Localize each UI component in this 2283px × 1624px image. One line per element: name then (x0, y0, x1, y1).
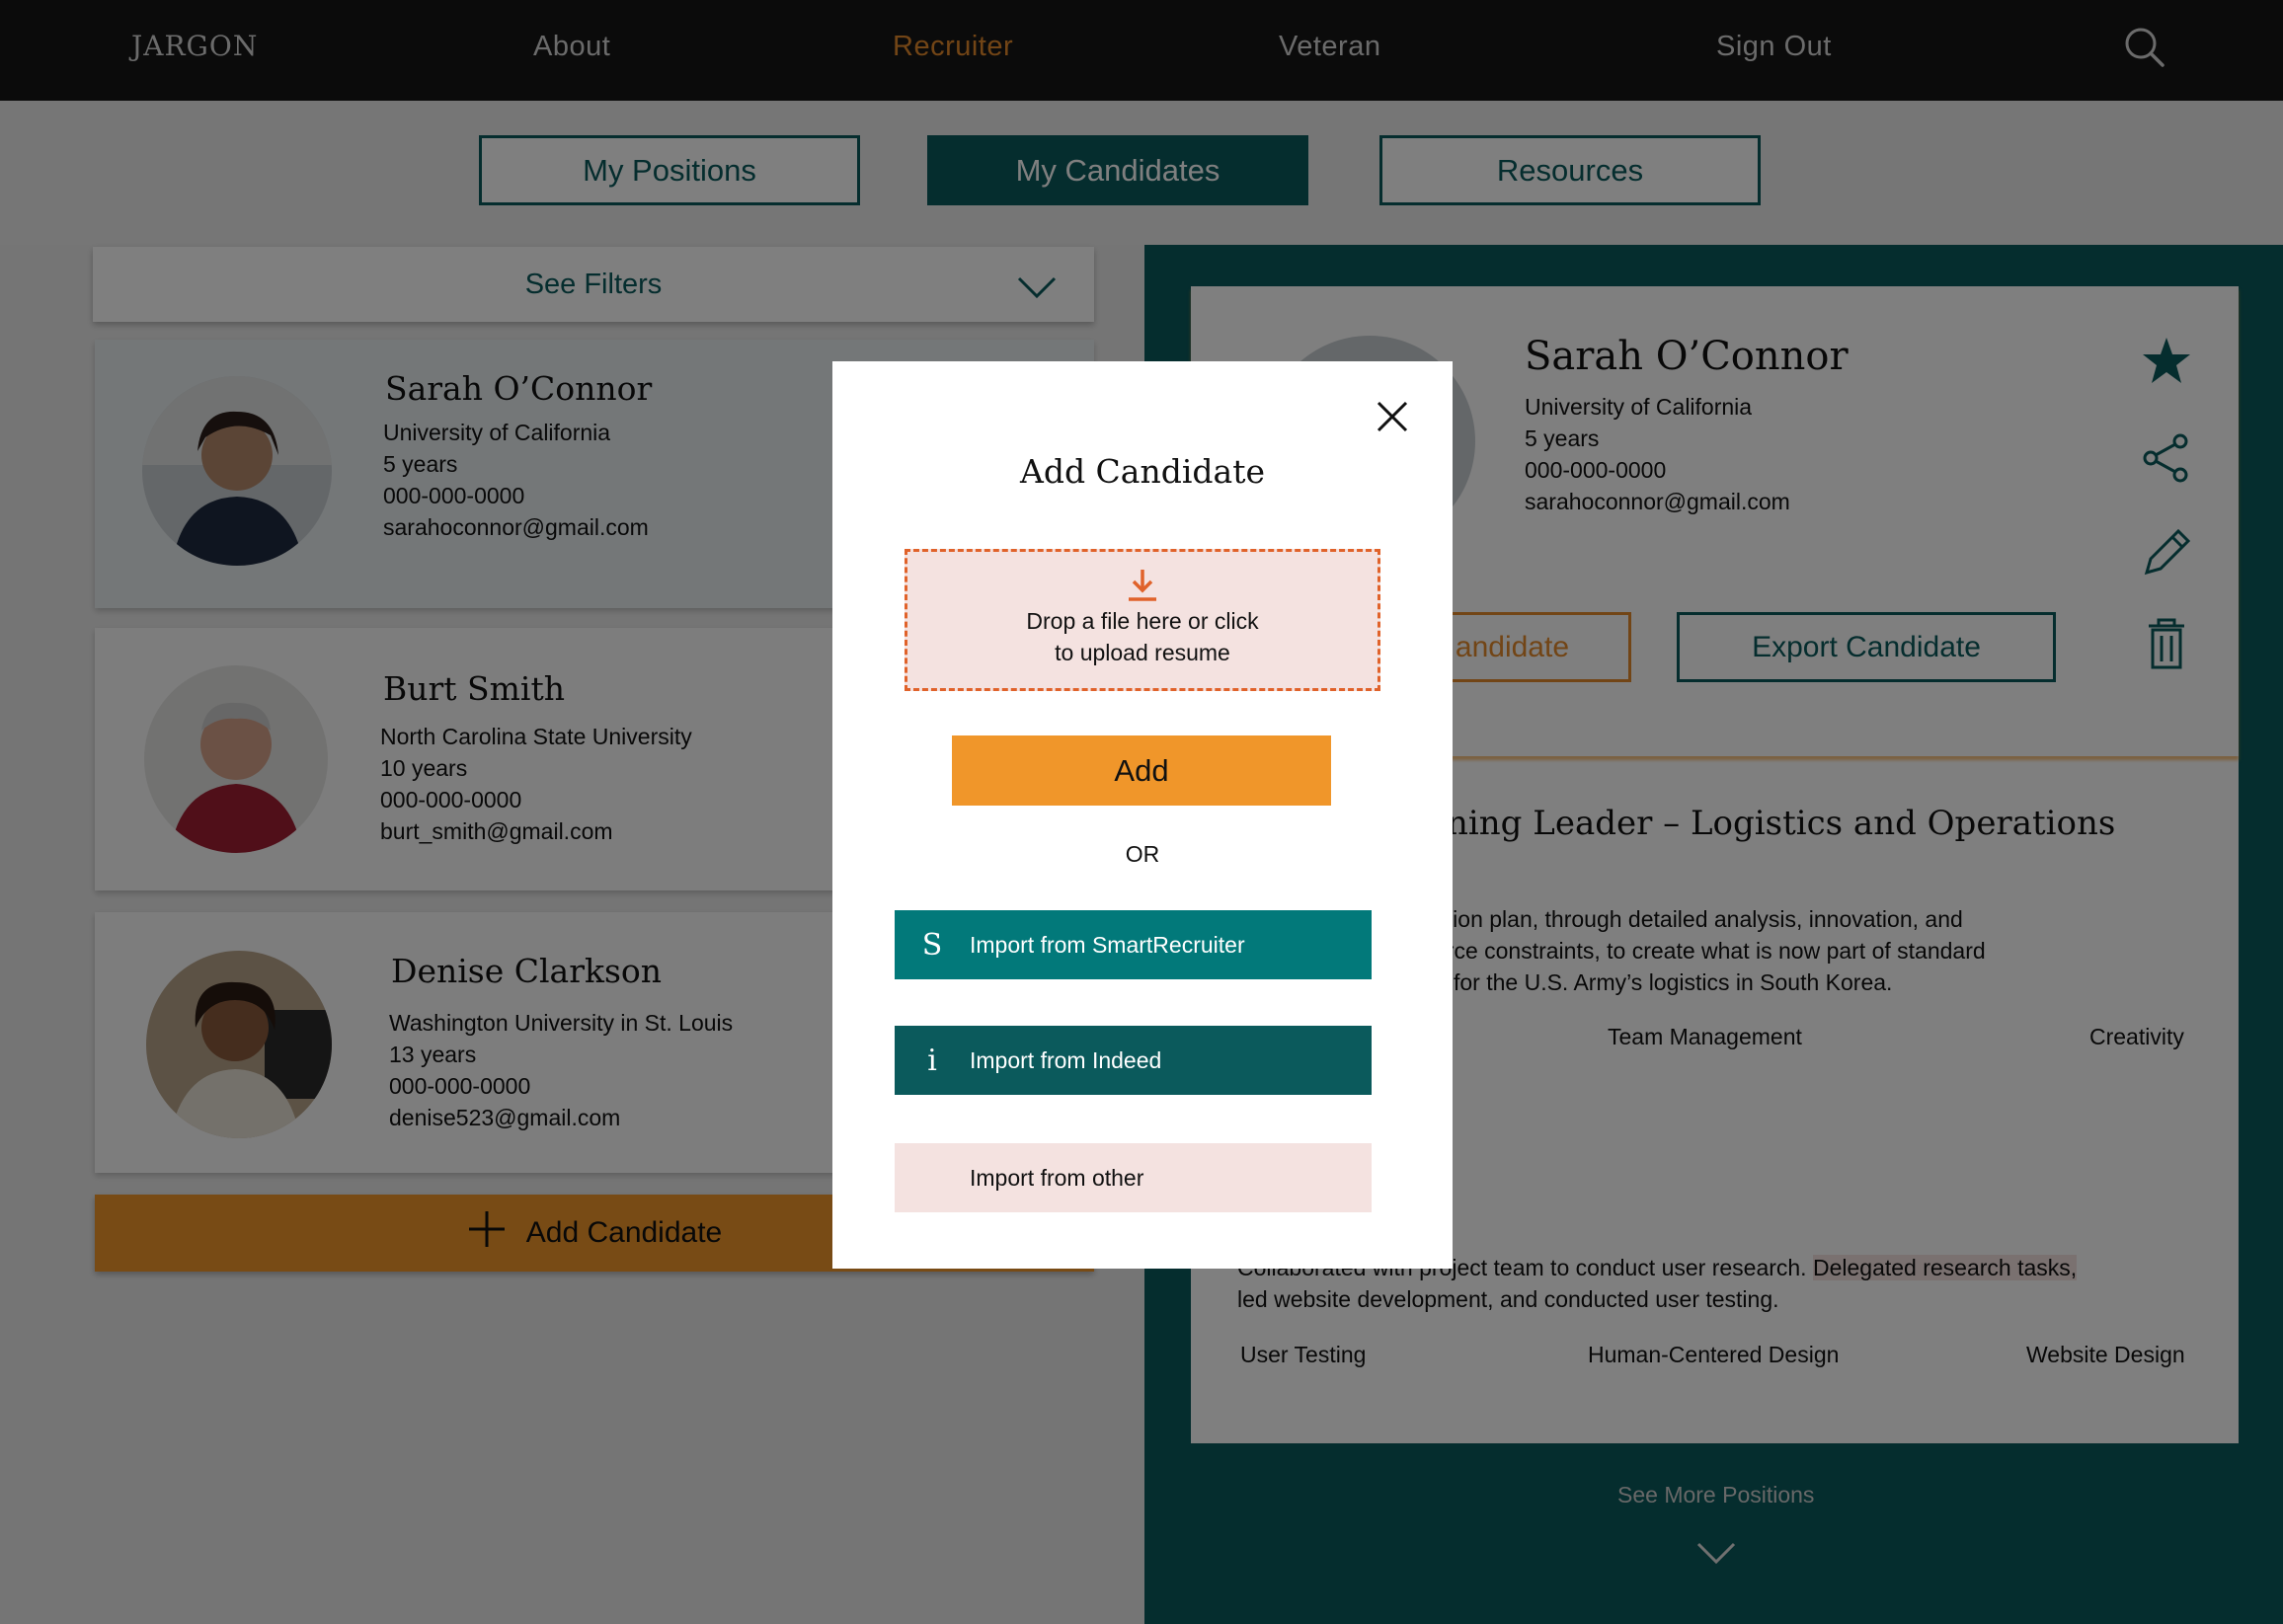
close-icon[interactable] (1375, 399, 1410, 434)
add-button[interactable]: Add (952, 735, 1331, 806)
indeed-icon: i (927, 1043, 937, 1078)
add-candidate-modal (832, 361, 1453, 1269)
import-indeed-button[interactable]: i Import from Indeed (895, 1026, 1372, 1095)
resume-dropzone[interactable]: Drop a file here or click to upload resu… (905, 549, 1380, 691)
upload-icon (907, 568, 1378, 603)
import-label: Import from Indeed (970, 1046, 1162, 1073)
import-other-button[interactable]: Import from other (895, 1143, 1372, 1212)
add-button-label: Add (1114, 752, 1169, 788)
dropzone-text-line: Drop a file here or click (1026, 608, 1259, 634)
modal-title: Add Candidate (1019, 452, 1265, 491)
import-smartrecruiter-button[interactable]: S Import from SmartRecruiter (895, 910, 1372, 979)
or-divider: OR (1125, 841, 1160, 867)
import-label: Import from other (970, 1164, 1144, 1191)
dropzone-text-line: to upload resume (1055, 640, 1230, 665)
smartrecruiter-icon: S (921, 927, 943, 963)
import-label: Import from SmartRecruiter (970, 931, 1245, 958)
